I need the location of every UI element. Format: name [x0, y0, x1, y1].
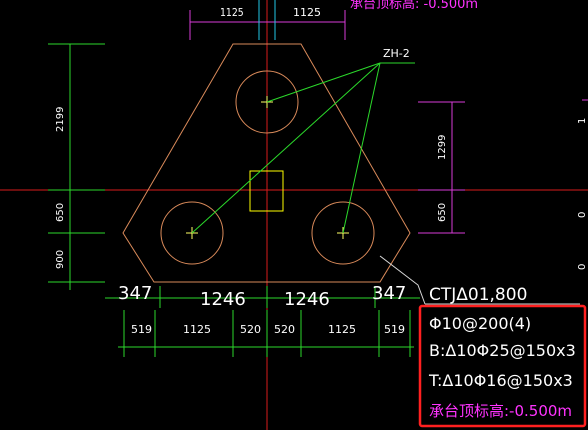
top-dimension: 1125 1125 承台顶标高: -0.500m	[189, 0, 478, 40]
annotation-title[interactable]: CTJΔ01,800	[429, 285, 527, 305]
pile-tag-label: ZH-2	[383, 47, 410, 60]
annotation-line1[interactable]: Φ10@200(4)	[429, 314, 531, 333]
bottom-dim-row2	[118, 310, 414, 357]
svg-text:519: 519	[384, 323, 405, 336]
left-dim-2199: 2199	[55, 107, 66, 132]
top-dim-left: 1125	[220, 7, 244, 19]
svg-text:1: 1	[577, 118, 588, 124]
left-dim-650: 650	[55, 203, 66, 222]
svg-text:1125: 1125	[183, 323, 211, 336]
bottom-dim-1246-left: 1246	[200, 289, 246, 310]
axis-lines	[0, 0, 588, 430]
right-dim-1299: 1299	[437, 135, 448, 160]
svg-text:1125: 1125	[328, 323, 356, 336]
svg-text:519: 519	[131, 323, 152, 336]
cad-drawing-canvas[interactable]: 1125 1125 承台顶标高: -0.500m ZH-2 2199 650 9…	[0, 0, 588, 430]
bottom-dim-347-left: 347	[118, 283, 152, 304]
annotation-line4[interactable]: 承台顶标高:-0.500m	[429, 402, 572, 420]
svg-text:0: 0	[577, 212, 588, 218]
bottom-dim-347-right: 347	[372, 283, 406, 304]
bottom-dim-row2-texts: 519 1125 520 520 1125 519	[131, 323, 405, 336]
right-dim-650: 650	[437, 203, 448, 222]
right-edge-dims: 1 0 0	[577, 99, 588, 270]
bottom-dim-1246-right: 1246	[284, 289, 330, 310]
annotation-line3[interactable]: T:Δ10Φ16@150x3	[428, 371, 573, 390]
left-dim-900: 900	[55, 250, 66, 269]
top-dim-right: 1125	[293, 6, 321, 19]
svg-text:520: 520	[240, 323, 261, 336]
svg-text:520: 520	[274, 323, 295, 336]
pile-leaders	[191, 62, 415, 234]
top-elevation-label: 承台顶标高: -0.500m	[350, 0, 478, 12]
svg-text:0: 0	[577, 264, 588, 270]
annotation-line2[interactable]: B:Δ10Φ25@150x3	[429, 341, 576, 360]
